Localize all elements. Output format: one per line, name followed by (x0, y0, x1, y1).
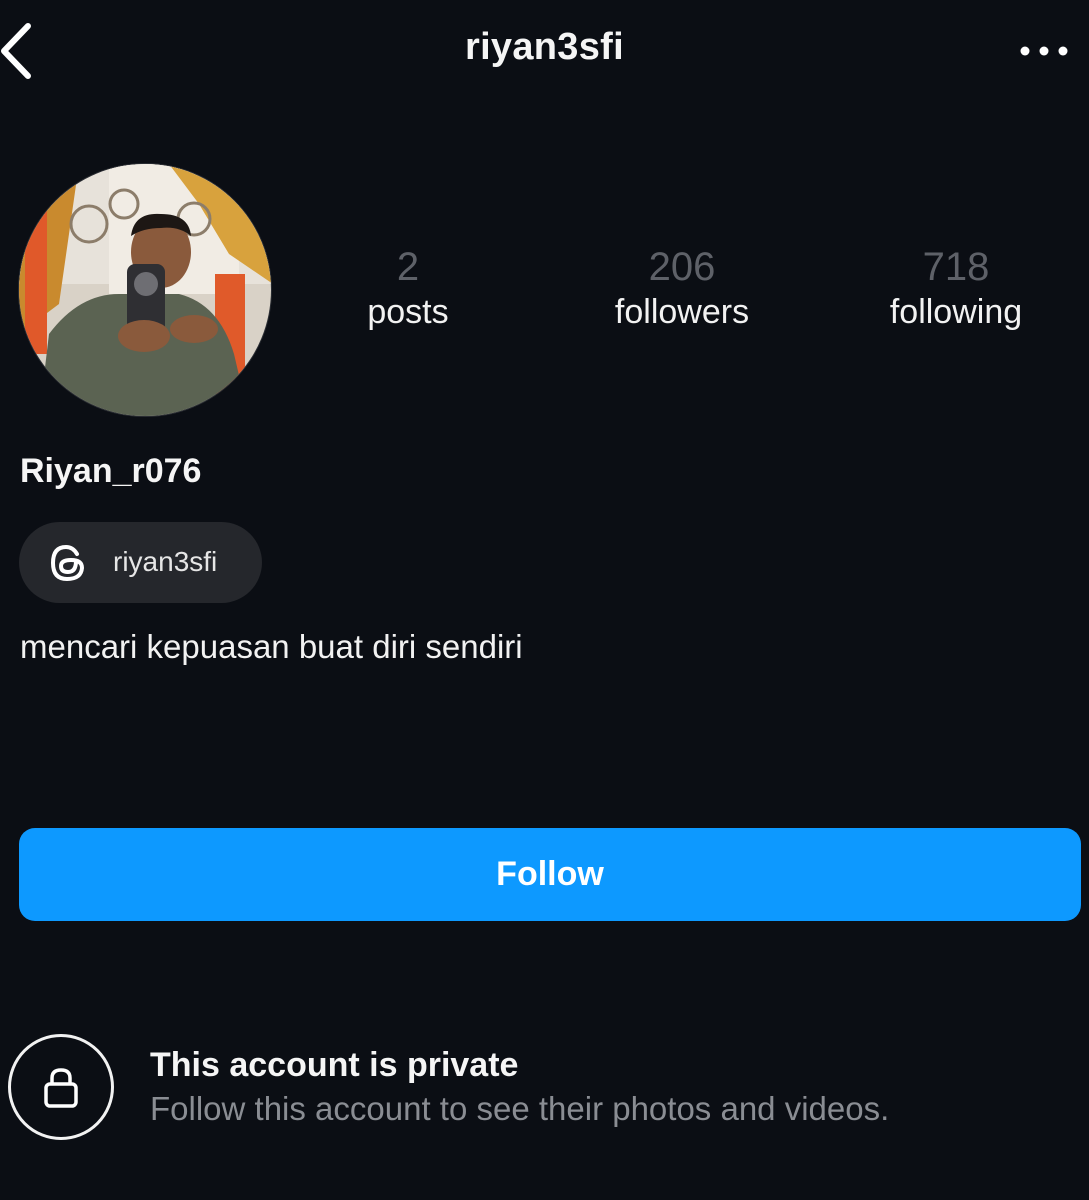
stat-posts-label: posts (367, 293, 449, 331)
stat-followers[interactable]: 206 followers (562, 243, 802, 333)
stat-following-label: following (889, 293, 1023, 331)
stat-posts-count: 2 (396, 245, 420, 289)
private-notice-title: This account is private (150, 1046, 519, 1084)
stat-followers-count: 206 (648, 245, 716, 289)
stat-followers-label: followers (614, 293, 750, 331)
avatar[interactable] (18, 163, 272, 417)
follow-button[interactable]: Follow (19, 828, 1081, 921)
display-name: Riyan_r076 (20, 452, 202, 490)
threads-handle: riyan3sfi (113, 546, 218, 577)
private-notice-subtitle: Follow this account to see their photos … (150, 1090, 890, 1127)
stat-following[interactable]: 718 following (836, 243, 1076, 333)
lock-icon (44, 1068, 78, 1108)
profile-photo (19, 164, 271, 416)
profile-stats: 2 posts 206 followers 718 following (272, 243, 1089, 343)
threads-icon (51, 545, 84, 581)
more-horizontal-icon (1020, 46, 1068, 56)
page-title: riyan3sfi (464, 26, 624, 68)
bio-text: mencari kepuasan buat diri sendiri (20, 628, 523, 665)
stat-posts[interactable]: 2 posts (288, 243, 528, 333)
top-bar: riyan3sfi (0, 0, 1089, 100)
threads-link-chip[interactable]: riyan3sfi (19, 522, 262, 603)
lock-badge (8, 1034, 114, 1140)
more-options-button[interactable] (1017, 36, 1071, 66)
stat-following-count: 718 (922, 245, 990, 289)
